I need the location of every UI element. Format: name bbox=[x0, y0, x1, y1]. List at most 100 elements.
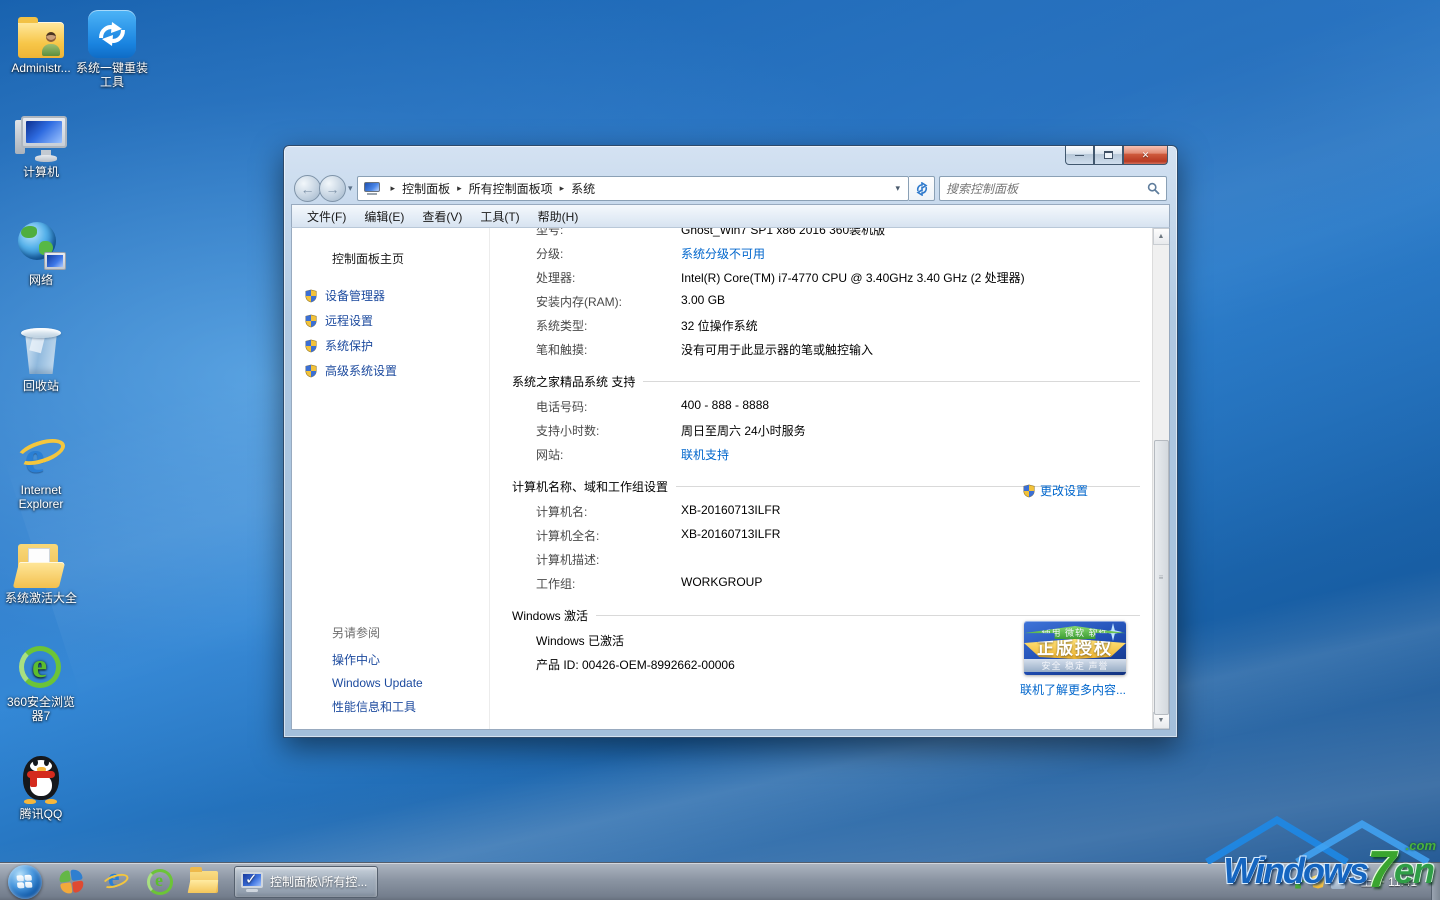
breadcrumb-item-system[interactable]: 系统 bbox=[571, 180, 595, 197]
desktop-icon-recycle-bin[interactable]: 回收站 bbox=[2, 326, 80, 393]
change-settings-link[interactable]: 更改设置 bbox=[1040, 482, 1088, 499]
sidebar-item-action-center[interactable]: 操作中心 bbox=[304, 647, 489, 672]
menu-edit[interactable]: 编辑(E) bbox=[355, 208, 413, 225]
breadcrumb-separator-icon: ▸ bbox=[384, 183, 403, 194]
breadcrumb-item-all-items[interactable]: 所有控制面板项 bbox=[469, 180, 553, 197]
close-button[interactable]: ✕ bbox=[1123, 146, 1168, 165]
show-desktop-button[interactable] bbox=[1431, 863, 1440, 900]
menu-tools[interactable]: 工具(T) bbox=[471, 208, 528, 225]
desktop-icon-360-browser[interactable]: e 360安全浏览器7 bbox=[2, 642, 80, 723]
desktop-icon-tencent-qq[interactable]: 腾讯QQ bbox=[2, 754, 80, 821]
online-support-link[interactable]: 联机支持 bbox=[681, 448, 729, 462]
system-tray: 上午 11:41 bbox=[1291, 863, 1431, 900]
sidebar-item-label: 设备管理器 bbox=[325, 287, 385, 304]
desktop-icon-label: 腾讯QQ bbox=[2, 807, 80, 821]
desktop-icon-label: 系统激活大全 bbox=[2, 591, 80, 605]
menu-view[interactable]: 查看(V) bbox=[413, 208, 471, 225]
vertical-scrollbar[interactable]: ▲ ≡ ▼ bbox=[1152, 228, 1169, 729]
desktop-icon-label: 网络 bbox=[2, 273, 80, 287]
tray-network-icon[interactable] bbox=[1331, 875, 1345, 889]
taskbar-icon-360-safe[interactable] bbox=[53, 865, 91, 899]
desktop-icon-label: 回收站 bbox=[2, 379, 80, 393]
uac-shield-icon bbox=[304, 364, 318, 378]
folder-icon bbox=[190, 871, 218, 893]
search-box[interactable] bbox=[939, 176, 1167, 201]
learn-more-link[interactable]: 联机了解更多内容... bbox=[1020, 681, 1126, 698]
change-settings[interactable]: 更改设置 bbox=[1022, 482, 1088, 499]
desktop-icon-label: Internet Explorer bbox=[2, 483, 80, 511]
sidebar-item-label: 系统保护 bbox=[325, 337, 373, 354]
sidebar-item-performance-tools[interactable]: 性能信息和工具 bbox=[304, 694, 489, 719]
sidebar: 控制面板主页 设备管理器 远程设置 系统保护 高级系统设置 bbox=[292, 228, 490, 729]
sidebar-item-system-protection[interactable]: 系统保护 bbox=[304, 333, 489, 358]
sidebar-item-advanced-settings[interactable]: 高级系统设置 bbox=[304, 358, 489, 383]
sidebar-item-device-manager[interactable]: 设备管理器 bbox=[304, 283, 489, 308]
sidebar-item-home[interactable]: 控制面板主页 bbox=[304, 248, 489, 269]
internet-explorer-icon: e bbox=[2, 430, 80, 480]
info-row-system-type: 系统类型: 32 位操作系统 bbox=[536, 313, 1140, 337]
address-bar[interactable]: ▸ 控制面板 ▸ 所有控制面板项 ▸ 系统 ▾ bbox=[357, 176, 909, 201]
rating-unavailable-link[interactable]: 系统分级不可用 bbox=[681, 247, 765, 261]
scrollbar-track[interactable]: ≡ bbox=[1153, 245, 1170, 712]
refresh-icon bbox=[915, 182, 929, 196]
start-button[interactable] bbox=[8, 865, 42, 899]
taskbar-icon-internet-explorer[interactable]: e bbox=[97, 865, 135, 899]
sidebar-item-windows-update[interactable]: Windows Update bbox=[304, 672, 489, 694]
roof-icon bbox=[1202, 812, 1432, 864]
back-button[interactable]: ← bbox=[294, 175, 321, 202]
desktop-icon-activation-folder[interactable]: 系统激活大全 bbox=[2, 538, 80, 605]
desktop-icon-network[interactable]: 网络 bbox=[2, 220, 80, 287]
info-row-hours: 支持小时数: 周日至周六 24小时服务 bbox=[536, 418, 1140, 442]
desktop-icon-reinstall-tool[interactable]: 系统一键重装工具 bbox=[76, 8, 148, 89]
breadcrumb-separator-icon: ▸ bbox=[450, 183, 469, 194]
taskbar-active-task[interactable]: ✓ 控制面板\所有控... bbox=[234, 866, 378, 898]
address-dropdown-icon[interactable]: ▾ bbox=[891, 183, 904, 194]
info-row-website: 网站: 联机支持 bbox=[536, 442, 1140, 466]
desktop: Administr... 系统一键重装工具 计算机 网络 回收站 e Inter… bbox=[0, 0, 1440, 900]
desktop-icon-administrator[interactable]: Administr... bbox=[2, 8, 80, 75]
minimize-button[interactable]: — bbox=[1065, 146, 1094, 165]
internet-explorer-icon: e bbox=[102, 869, 130, 895]
info-row-description: 计算机描述: bbox=[536, 547, 1140, 571]
taskbar-clock[interactable]: 上午 11:41 bbox=[1351, 863, 1427, 900]
breadcrumb-item-control-panel[interactable]: 控制面板 bbox=[402, 180, 450, 197]
sidebar-item-label: 高级系统设置 bbox=[325, 362, 397, 379]
desktop-icon-internet-explorer[interactable]: e Internet Explorer bbox=[2, 430, 80, 511]
desktop-icon-computer[interactable]: 计算机 bbox=[2, 112, 80, 179]
see-also-header: 另请参阅 bbox=[304, 620, 489, 647]
restore-button[interactable] bbox=[1094, 146, 1123, 165]
sidebar-item-label: 远程设置 bbox=[325, 312, 373, 329]
reinstall-tool-icon bbox=[76, 8, 148, 58]
scroll-up-button[interactable]: ▲ bbox=[1153, 228, 1170, 245]
refresh-button[interactable] bbox=[909, 176, 935, 201]
tray-alert-icon[interactable] bbox=[1311, 875, 1325, 889]
activation-section: Windows 激活 Windows 已激活 产品 ID: 00426-OEM-… bbox=[536, 607, 1140, 707]
menu-help[interactable]: 帮助(H) bbox=[529, 208, 588, 225]
genuine-windows-badge: 使用 微软 软件 正版授权 安全 稳定 声誉 bbox=[1024, 621, 1126, 675]
info-row-computer-name: 计算机名: XB-20160713ILFR bbox=[536, 499, 1140, 523]
recent-pages-dropdown[interactable]: ▾ bbox=[348, 183, 353, 194]
info-row-model: 型号: Ghost_Win7 SP1 x86 2016 360装机版 bbox=[536, 228, 1140, 241]
menu-file[interactable]: 文件(F) bbox=[298, 208, 355, 225]
breadcrumb-separator-icon: ▸ bbox=[553, 183, 572, 194]
computer-icon bbox=[2, 112, 80, 162]
computer-name-section: 计算机名称、域和工作组设置 更改设置 计算机名: XB-20160713ILFR… bbox=[536, 478, 1140, 595]
scrollbar-thumb[interactable]: ≡ bbox=[1154, 440, 1169, 715]
360-browser-icon: e bbox=[2, 642, 80, 692]
user-folder-icon bbox=[2, 8, 80, 58]
forward-button[interactable]: → bbox=[319, 175, 346, 202]
desktop-icon-label: 计算机 bbox=[2, 165, 80, 179]
network-icon bbox=[2, 220, 80, 270]
sidebar-item-remote-settings[interactable]: 远程设置 bbox=[304, 308, 489, 333]
info-row-pen-touch: 笔和触摸: 没有可用于此显示器的笔或触控输入 bbox=[536, 337, 1140, 361]
search-input[interactable] bbox=[946, 182, 1147, 196]
tray-update-icon[interactable] bbox=[1291, 875, 1305, 889]
taskbar-icon-360-browser[interactable]: e bbox=[141, 865, 179, 899]
open-folder-icon bbox=[2, 538, 80, 588]
search-icon bbox=[1147, 182, 1160, 195]
taskbar: e e ✓ 控制面板\所有控... 上午 11:41 bbox=[0, 862, 1440, 900]
uac-shield-icon bbox=[304, 289, 318, 303]
breadcrumb: ▸ 控制面板 ▸ 所有控制面板项 ▸ 系统 bbox=[384, 180, 596, 197]
taskbar-icon-explorer[interactable] bbox=[185, 865, 223, 899]
window-body: 控制面板主页 设备管理器 远程设置 系统保护 高级系统设置 bbox=[291, 228, 1170, 730]
